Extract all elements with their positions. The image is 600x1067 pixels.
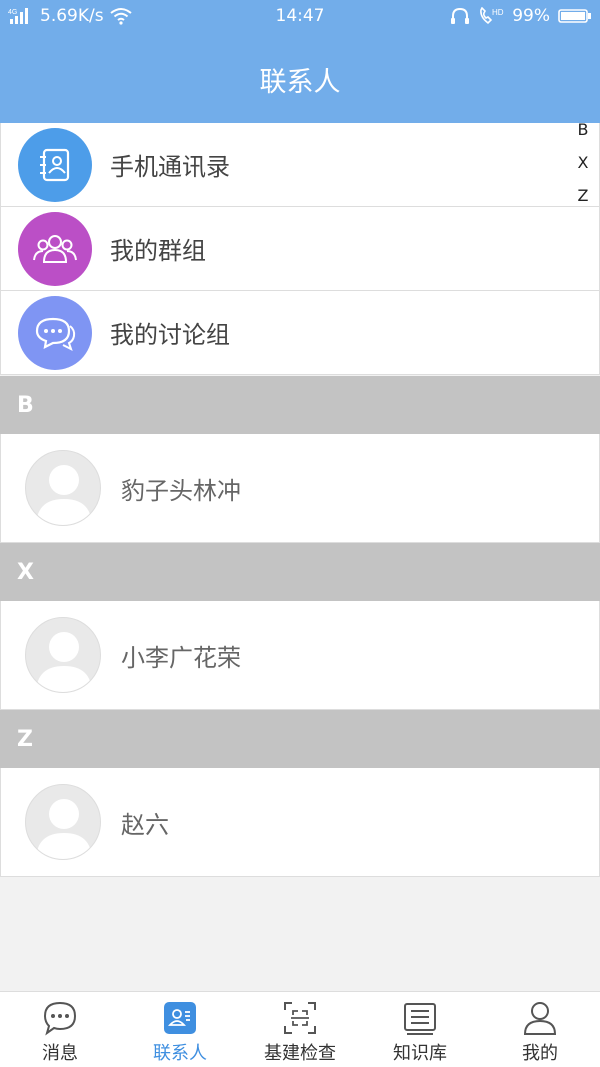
func-label: 我的讨论组 xyxy=(110,321,230,349)
contact-name: 小李广花荣 xyxy=(121,643,241,672)
phone-contacts-item[interactable]: 手机通讯录 xyxy=(1,123,599,207)
contact-row[interactable]: 赵六 xyxy=(0,768,600,877)
app-header: 4G 5.69K/s 14:47 HD 99% 联系人 xyxy=(0,0,600,123)
func-label: 手机通讯录 xyxy=(110,153,230,181)
nav-label: 联系人 xyxy=(153,1043,207,1064)
contact-name: 豹子头林冲 xyxy=(121,476,241,505)
nav-infrastructure-check[interactable]: 基建检查 xyxy=(240,992,360,1067)
alphabet-index[interactable]: B X Z xyxy=(576,120,590,219)
index-letter-z[interactable]: Z xyxy=(578,186,589,219)
svg-text:HD: HD xyxy=(492,8,504,17)
page-title: 联系人 xyxy=(259,67,341,98)
avatar xyxy=(25,450,101,526)
bottom-nav: 消息 联系人 基建检查 知识库 我的 xyxy=(0,991,600,1067)
profile-icon xyxy=(522,1000,558,1036)
chat-bubbles-icon xyxy=(18,295,92,370)
func-label: 我的群组 xyxy=(110,237,206,265)
battery-level: 99% xyxy=(512,6,550,26)
headphone-icon xyxy=(450,7,470,25)
nav-label: 消息 xyxy=(42,1043,78,1064)
contact-sections: B 豹子头林冲 X 小李广花荣 Z 赵六 xyxy=(0,376,600,877)
scan-icon xyxy=(282,1000,318,1036)
section-header-z: Z xyxy=(0,710,600,768)
section-header-b: B xyxy=(0,376,600,434)
nav-label: 知识库 xyxy=(393,1043,447,1064)
nav-profile[interactable]: 我的 xyxy=(480,992,600,1067)
avatar xyxy=(25,617,101,693)
nav-contacts[interactable]: 联系人 xyxy=(120,992,240,1067)
avatar xyxy=(25,784,101,860)
contacts-icon xyxy=(162,1000,198,1036)
contact-row[interactable]: 小李广花荣 xyxy=(0,601,600,710)
contact-row[interactable]: 豹子头林冲 xyxy=(0,434,600,543)
status-bar: 4G 5.69K/s 14:47 HD 99% xyxy=(0,0,600,32)
battery-icon xyxy=(558,7,592,25)
nav-messages[interactable]: 消息 xyxy=(0,992,120,1067)
group-icon xyxy=(18,211,92,286)
nav-knowledge-base[interactable]: 知识库 xyxy=(360,992,480,1067)
contact-name: 赵六 xyxy=(121,810,169,839)
function-list: 手机通讯录 我的群组 我的讨论组 xyxy=(0,123,600,375)
document-icon xyxy=(402,1000,438,1036)
my-discussion-groups-item[interactable]: 我的讨论组 xyxy=(1,291,599,375)
nav-label: 基建检查 xyxy=(264,1043,336,1064)
section-header-x: X xyxy=(0,543,600,601)
message-icon xyxy=(42,1000,78,1036)
index-letter-x[interactable]: X xyxy=(578,153,589,186)
index-letter-b[interactable]: B xyxy=(578,120,589,153)
address-book-icon xyxy=(18,127,92,202)
nav-label: 我的 xyxy=(522,1043,558,1064)
hd-call-icon: HD xyxy=(478,7,504,25)
my-groups-item[interactable]: 我的群组 xyxy=(1,207,599,291)
